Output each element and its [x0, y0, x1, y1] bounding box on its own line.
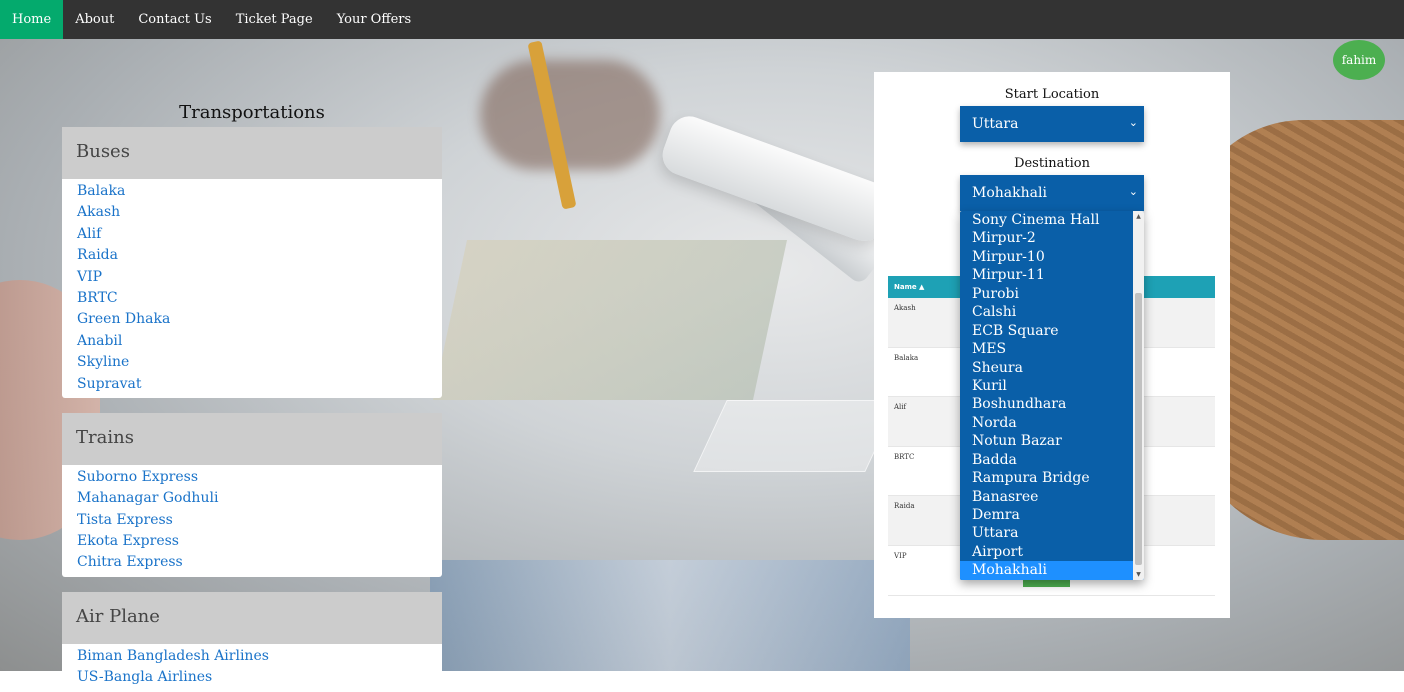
- transportations-sidebar: Transportations Buses Balaka Akash Alif …: [62, 100, 442, 692]
- airline-link[interactable]: US-Bangla Airlines: [77, 667, 442, 688]
- nav-home[interactable]: Home: [0, 0, 64, 39]
- scrollbar-thumb[interactable]: [1135, 293, 1142, 565]
- train-link[interactable]: Mahanagar Godhuli: [77, 488, 442, 509]
- destination-option[interactable]: Purobi: [960, 285, 1144, 303]
- bus-link[interactable]: BRTC: [77, 288, 442, 309]
- nav-contact-us[interactable]: Contact Us: [126, 0, 223, 39]
- nav-your-offers[interactable]: Your Offers: [325, 0, 423, 39]
- transportations-title: Transportations: [179, 102, 325, 123]
- user-avatar[interactable]: fahim: [1333, 40, 1385, 80]
- airline-list: Biman Bangladesh Airlines US-Bangla Airl…: [62, 643, 442, 692]
- dropdown-scrollbar[interactable]: ▲ ▼: [1133, 211, 1144, 580]
- bus-link[interactable]: Alif: [77, 224, 442, 245]
- destination-select[interactable]: Mohakhali ⌄: [960, 175, 1144, 211]
- destination-option[interactable]: Demra: [960, 506, 1144, 524]
- destination-option[interactable]: Kuril: [960, 377, 1144, 395]
- destination-option[interactable]: Rampura Bridge: [960, 469, 1144, 487]
- bus-list: Balaka Akash Alif Raida VIP BRTC Green D…: [62, 179, 442, 398]
- destination-option[interactable]: Sheura: [960, 359, 1144, 377]
- scroll-up-icon[interactable]: ▲: [1133, 211, 1144, 222]
- bus-link[interactable]: Anabil: [77, 331, 442, 352]
- train-link[interactable]: Ekota Express: [77, 531, 442, 552]
- destination-dropdown-list: Sony Cinema Hall Mirpur-2 Mirpur-10 Mirp…: [960, 211, 1144, 580]
- destination-value: Mohakhali: [972, 185, 1047, 201]
- category-header-air-plane: Air Plane: [62, 591, 442, 644]
- destination-option[interactable]: Notun Bazar: [960, 432, 1144, 450]
- chevron-down-icon: ⌄: [1128, 116, 1138, 129]
- destination-option[interactable]: Boshundhara: [960, 395, 1144, 413]
- destination-option[interactable]: Airport: [960, 543, 1144, 561]
- bus-link[interactable]: Akash: [77, 202, 442, 223]
- category-header-buses: Buses: [62, 127, 442, 179]
- bus-link[interactable]: Supravat: [77, 374, 442, 395]
- chevron-down-icon: ⌄: [1128, 185, 1138, 198]
- bus-link[interactable]: Raida: [77, 245, 442, 266]
- bus-link[interactable]: VIP: [77, 267, 442, 288]
- airline-link[interactable]: Biman Bangladesh Airlines: [77, 646, 442, 667]
- destination-option[interactable]: Sony Cinema Hall: [960, 211, 1144, 229]
- destination-option[interactable]: ECB Square: [960, 322, 1144, 340]
- train-link[interactable]: Suborno Express: [77, 467, 442, 488]
- train-list: Suborno Express Mahanagar Godhuli Tista …: [62, 464, 442, 577]
- destination-option[interactable]: Badda: [960, 451, 1144, 469]
- destination-option[interactable]: Mirpur-10: [960, 248, 1144, 266]
- bus-link[interactable]: Green Dhaka: [77, 309, 442, 330]
- train-link[interactable]: Tista Express: [77, 510, 442, 531]
- destination-option[interactable]: Mirpur-11: [960, 266, 1144, 284]
- start-location-value: Uttara: [972, 116, 1019, 132]
- nav-about[interactable]: About: [63, 0, 126, 39]
- scroll-down-icon[interactable]: ▼: [1133, 569, 1144, 580]
- destination-option[interactable]: MES: [960, 340, 1144, 358]
- nav-ticket-page[interactable]: Ticket Page: [224, 0, 325, 39]
- destination-option-selected[interactable]: Mohakhali: [960, 561, 1144, 580]
- train-link[interactable]: Chitra Express: [77, 552, 442, 573]
- destination-option[interactable]: Norda: [960, 414, 1144, 432]
- destination-option[interactable]: Calshi: [960, 303, 1144, 321]
- bus-link[interactable]: Skyline: [77, 352, 442, 373]
- category-header-trains: Trains: [62, 412, 442, 465]
- destination-option[interactable]: Banasree: [960, 488, 1144, 506]
- start-location-select[interactable]: Uttara ⌄: [960, 106, 1144, 142]
- destination-option[interactable]: Mirpur-2: [960, 229, 1144, 247]
- start-location-label: Start Location: [1004, 87, 1100, 102]
- destination-label: Destination: [1014, 156, 1090, 171]
- destination-option[interactable]: Uttara: [960, 524, 1144, 542]
- top-navbar: Home About Contact Us Ticket Page Your O…: [0, 0, 1404, 39]
- bus-link[interactable]: Balaka: [77, 181, 442, 202]
